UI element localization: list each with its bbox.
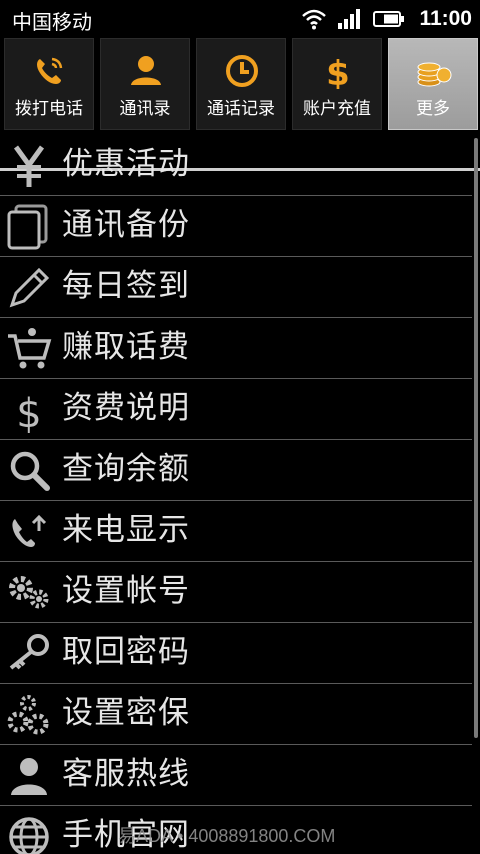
tab-more[interactable]: 更多 [388, 38, 478, 130]
menu-label: 赚取话费 [62, 329, 190, 365]
watermark: 易ADA • 4008891800.COM [118, 826, 336, 846]
tab-dial[interactable]: 拨打电话 [4, 38, 94, 130]
tab-label: 通话记录 [207, 99, 275, 119]
menu-item-caller-id[interactable]: 来电显示 [0, 501, 472, 562]
dollar-icon: $ [326, 54, 350, 89]
menu-label: 设置帐号 [62, 573, 190, 609]
key-icon [9, 634, 49, 670]
menu-item-hotline[interactable]: 客服热线 [0, 745, 472, 806]
carrier-name: 中国移动 [12, 10, 92, 34]
tab-recharge[interactable]: $ 账户充值 [292, 38, 382, 130]
menu-label: 通讯备份 [62, 207, 190, 243]
tab-bar: 拨打电话 通讯录 通话记录 $ 账户充值 更多 [0, 38, 480, 171]
tab-label: 通讯录 [119, 99, 171, 119]
tab-label: 更多 [416, 99, 450, 119]
phone-icon [37, 57, 63, 84]
svg-text:$: $ [326, 54, 350, 89]
tab-label: 拨打电话 [15, 99, 83, 119]
tab-call-log[interactable]: 通话记录 [196, 38, 286, 130]
menu-label: 设置密保 [62, 695, 190, 731]
menu-label: 优惠活动 [62, 146, 190, 182]
svg-text:$: $ [16, 391, 41, 433]
menu-item-checkin[interactable]: 每日签到 [0, 257, 472, 318]
menu-item-account-settings[interactable]: 设置帐号 [0, 562, 472, 623]
menu-label: 来电显示 [62, 512, 190, 548]
menu-label: 资费说明 [62, 390, 190, 426]
signal-icon [338, 9, 361, 29]
globe-icon [9, 817, 49, 854]
magnifier-icon [10, 451, 50, 491]
menu-label: 每日签到 [62, 268, 190, 304]
menu-item-recover-password[interactable]: 取回密码 [0, 623, 472, 684]
menu-label: 查询余额 [62, 451, 190, 487]
status-bar: 中国移动 11:00 [0, 0, 480, 38]
pencil-icon [9, 267, 50, 308]
menu-label: 取回密码 [62, 634, 190, 670]
menu-item-earn-credit[interactable]: 赚取话费 [0, 318, 472, 379]
gear-cluster-icon [7, 695, 49, 735]
battery-icon [373, 11, 405, 27]
menu-item-tariff[interactable]: $ 资费说明 [0, 379, 472, 440]
clock-icon [226, 55, 258, 87]
incoming-call-icon [12, 514, 47, 547]
dollar-sign-icon: $ [16, 391, 41, 433]
coins-icon [417, 62, 452, 87]
more-menu-list: 优惠活动 通讯备份 每日签到 赚取话费 $ 资费说明 查询余额 来电显示 设置帐… [0, 135, 472, 854]
status-icons: 11:00 [301, 4, 472, 34]
menu-label: 客服热线 [62, 756, 190, 792]
cart-icon [8, 328, 52, 369]
contact-icon [131, 56, 161, 85]
menu-item-balance[interactable]: 查询余额 [0, 440, 472, 501]
menu-item-promotions[interactable]: 优惠活动 [0, 135, 472, 196]
menu-item-security-question[interactable]: 设置密保 [0, 684, 472, 745]
tab-label: 账户充值 [303, 99, 371, 119]
list-scrollbar[interactable] [474, 138, 478, 738]
menu-item-backup[interactable]: 通讯备份 [0, 196, 472, 257]
wifi-icon [302, 9, 327, 30]
person-icon [11, 758, 47, 795]
gears-icon [9, 576, 49, 609]
yen-icon [13, 145, 45, 187]
clock: 11:00 [419, 7, 472, 30]
tab-contacts[interactable]: 通讯录 [100, 38, 190, 130]
copy-icon [7, 204, 48, 250]
